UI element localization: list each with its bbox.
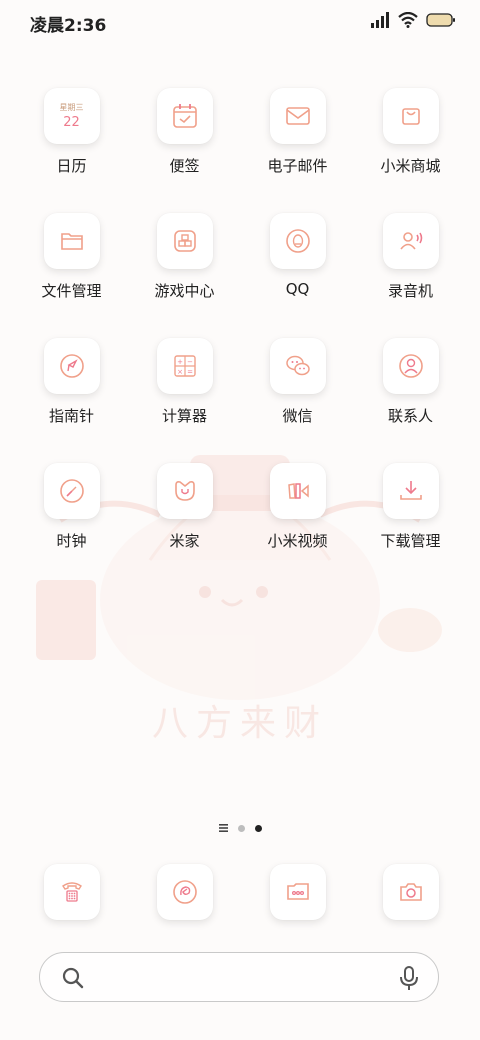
app-mi-video[interactable]: 小米视频: [241, 463, 354, 551]
mijia-icon: [156, 463, 213, 519]
search-icon: [62, 967, 84, 989]
app-label: 计算器: [161, 407, 207, 425]
notes-icon: [156, 88, 213, 144]
status-bar: 凌晨2:36: [0, 0, 480, 44]
app-label: 米家: [169, 532, 200, 550]
app-notes[interactable]: 便签: [128, 88, 241, 176]
folder-icon: [43, 213, 100, 269]
wechat-icon: [269, 338, 326, 394]
dock-browser[interactable]: [128, 864, 241, 920]
qq-icon: [269, 213, 326, 269]
app-contacts[interactable]: 联系人: [354, 338, 467, 426]
calculator-icon: + − × =: [156, 338, 213, 394]
microphone-icon[interactable]: [398, 965, 420, 991]
menu-lines-icon: [218, 824, 228, 832]
app-label: 小米商城: [380, 157, 441, 175]
compass-icon: [43, 338, 100, 394]
search-bar[interactable]: [39, 952, 439, 1002]
app-label: 电子邮件: [267, 157, 328, 175]
app-label: 文件管理: [41, 282, 102, 300]
app-label: 便签: [169, 157, 200, 175]
signal-icon: [371, 12, 389, 28]
download-icon: [382, 463, 439, 519]
app-mijia[interactable]: 米家: [128, 463, 241, 551]
battery-icon: [426, 13, 455, 27]
email-icon: [269, 88, 326, 144]
app-label: 指南针: [48, 407, 94, 425]
app-label: 下载管理: [380, 532, 441, 550]
mi-store-icon: [382, 88, 439, 144]
status-time: 凌晨2:36: [30, 16, 107, 36]
app-file-manager[interactable]: 文件管理: [15, 213, 128, 301]
app-label: 小米视频: [267, 532, 328, 550]
game-center-icon: [156, 213, 213, 269]
phone-icon: [43, 864, 100, 920]
messages-icon: [269, 864, 326, 920]
clock-icon: [43, 463, 100, 519]
app-label: 游戏中心: [154, 282, 215, 300]
wifi-icon: [398, 12, 418, 28]
calendar-weekday: 星期三: [59, 103, 84, 112]
dock-camera[interactable]: [354, 864, 467, 920]
app-mi-store[interactable]: 小米商城: [354, 88, 467, 176]
app-wechat[interactable]: 微信: [241, 338, 354, 426]
app-label: 微信: [282, 407, 313, 425]
mi-video-icon: [269, 463, 326, 519]
app-compass[interactable]: 指南针: [15, 338, 128, 426]
app-download-manager[interactable]: 下载管理: [354, 463, 467, 551]
svg-text:+: +: [177, 358, 183, 366]
app-qq[interactable]: QQ: [241, 213, 354, 298]
calendar-day: 22: [63, 115, 80, 130]
app-label: QQ: [285, 280, 310, 298]
app-game-center[interactable]: 游戏中心: [128, 213, 241, 301]
app-label: 日历: [56, 157, 87, 175]
camera-icon: [382, 864, 439, 920]
app-recorder[interactable]: 录音机: [354, 213, 467, 301]
svg-text:=: =: [187, 368, 193, 376]
app-label: 时钟: [56, 532, 87, 550]
contacts-icon: [382, 338, 439, 394]
wallpaper-text: 八方来财: [152, 703, 328, 744]
app-clock[interactable]: 时钟: [15, 463, 128, 551]
app-calendar[interactable]: 星期三 22 日历: [15, 88, 128, 176]
svg-text:×: ×: [177, 368, 183, 376]
app-label: 录音机: [387, 282, 433, 300]
browser-icon: [156, 864, 213, 920]
app-calculator[interactable]: + − × = 计算器: [128, 338, 241, 426]
svg-text:−: −: [187, 358, 193, 366]
dock-phone[interactable]: [15, 864, 128, 920]
page-dot-active[interactable]: [254, 824, 262, 832]
page-indicator[interactable]: [0, 824, 480, 832]
recorder-icon: [382, 213, 439, 269]
page-dot[interactable]: [237, 824, 245, 832]
app-email[interactable]: 电子邮件: [241, 88, 354, 176]
dock-messages[interactable]: [241, 864, 354, 920]
app-label: 联系人: [387, 407, 433, 425]
calendar-icon: 星期三 22: [43, 88, 100, 144]
